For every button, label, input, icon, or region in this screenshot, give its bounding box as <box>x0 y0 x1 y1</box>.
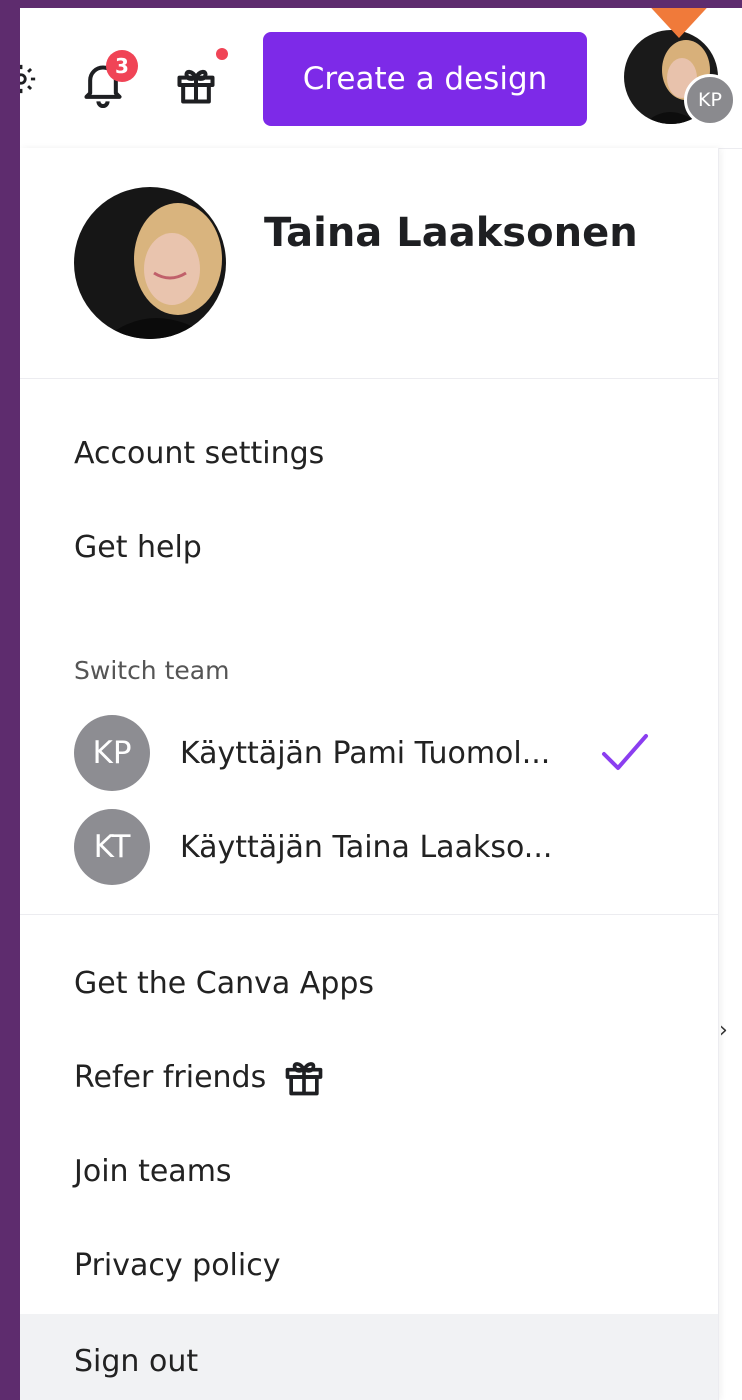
get-help-item[interactable]: Get help <box>20 500 718 594</box>
get-canva-apps-item[interactable]: Get the Canva Apps <box>20 936 718 1030</box>
team-avatar: KT <box>74 809 150 885</box>
sign-out-item[interactable]: Sign out <box>20 1314 718 1400</box>
team-item-kp[interactable]: KP Käyttäjän Pami Tuomol... <box>20 706 718 800</box>
top-bar: 3 Create a design KP <box>20 8 742 149</box>
account-settings-item[interactable]: Account settings <box>20 406 718 500</box>
check-icon <box>602 734 648 770</box>
team-name: Käyttäjän Pami Tuomol... <box>180 735 551 771</box>
create-design-button[interactable]: Create a design <box>263 32 587 126</box>
gift-notification-dot <box>216 48 228 60</box>
join-teams-item[interactable]: Join teams <box>20 1124 718 1218</box>
switch-team-label: Switch team <box>74 656 230 685</box>
privacy-policy-item[interactable]: Privacy policy <box>20 1218 718 1312</box>
canva-app: 3 Create a design KP Taina Laaksonen Acc… <box>20 8 742 1400</box>
cursor-pointer-icon <box>651 8 707 38</box>
settings-icon[interactable] <box>20 62 38 96</box>
chevron-right-icon[interactable]: › <box>719 1018 728 1043</box>
team-avatar: KP <box>74 715 150 791</box>
profile-name: Taina Laaksonen <box>264 210 638 256</box>
menu-divider <box>20 914 718 915</box>
gift-icon <box>282 1055 326 1099</box>
refer-friends-label: Refer friends <box>74 1059 267 1095</box>
team-initials-badge: KP <box>684 74 736 126</box>
notification-badge: 3 <box>106 50 138 82</box>
account-dropdown-menu: Taina Laaksonen Account settings Get hel… <box>20 148 719 1400</box>
profile-avatar <box>74 187 226 339</box>
gift-icon[interactable] <box>172 60 220 110</box>
refer-friends-item[interactable]: Refer friends <box>20 1030 718 1124</box>
team-name: Käyttäjän Taina Laakso... <box>180 829 553 865</box>
profile-header: Taina Laaksonen <box>20 148 718 379</box>
team-item-kt[interactable]: KT Käyttäjän Taina Laakso... <box>20 800 718 894</box>
